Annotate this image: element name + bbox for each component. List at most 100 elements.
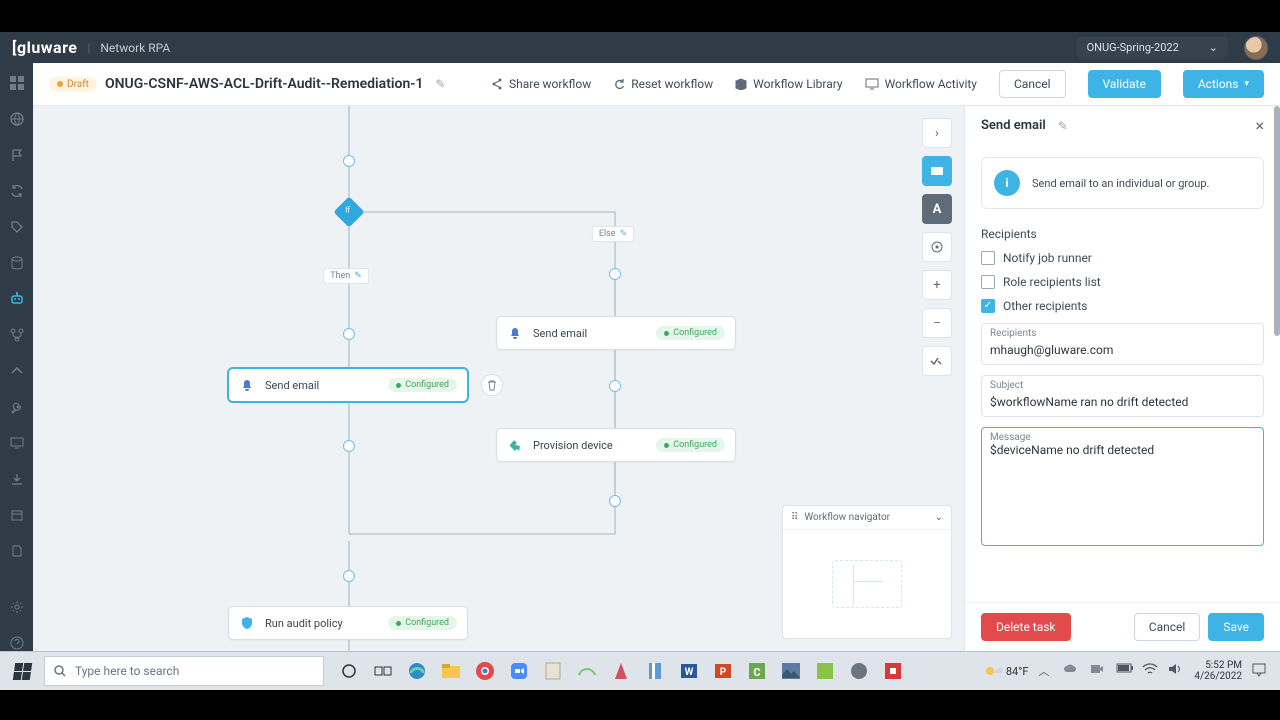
properties-panel: Send email ✎ × i Send email to an indivi… <box>964 106 1280 651</box>
nav-download-icon[interactable] <box>9 471 25 487</box>
tool-text-icon[interactable]: A <box>922 194 952 224</box>
node-send-email-else[interactable]: Send email Configured <box>496 316 736 350</box>
taskbar-notes-icon[interactable] <box>538 656 568 686</box>
tool-check-icon[interactable] <box>922 346 952 376</box>
add-node-icon[interactable] <box>609 268 621 280</box>
delete-task-button[interactable]: Delete task <box>981 613 1071 641</box>
taskbar-recorder-icon[interactable] <box>878 656 908 686</box>
taskbar-chrome-icon[interactable] <box>470 656 500 686</box>
zoom-in-icon[interactable]: + <box>922 270 952 300</box>
start-button[interactable] <box>6 657 38 685</box>
taskbar-explorer-icon[interactable] <box>436 656 466 686</box>
subject-input[interactable] <box>990 395 1255 409</box>
taskbar-edge-icon[interactable] <box>402 656 432 686</box>
taskbar-app1-icon[interactable] <box>572 656 602 686</box>
validate-button[interactable]: Validate <box>1088 70 1161 98</box>
nav-settings-icon[interactable] <box>9 599 25 615</box>
edit-title-icon[interactable]: ✎ <box>1058 119 1068 133</box>
then-branch-label[interactable]: Then✎ <box>323 268 369 284</box>
toggle-panel-icon[interactable]: › <box>922 118 952 148</box>
workflow-library-button[interactable]: Workflow Library <box>735 77 842 91</box>
taskbar-img-icon[interactable] <box>776 656 806 686</box>
tray-wifi-icon[interactable] <box>1142 663 1158 679</box>
nav-branch-icon[interactable] <box>9 327 25 343</box>
reset-workflow-button[interactable]: Reset workflow <box>613 77 713 91</box>
nav-sync-icon[interactable] <box>9 183 25 199</box>
bell-icon <box>239 377 255 393</box>
node-provision-device[interactable]: Provision device Configured <box>496 428 736 462</box>
shield-icon <box>239 615 255 631</box>
left-nav <box>0 63 33 651</box>
taskbar-zoom-icon[interactable] <box>504 656 534 686</box>
taskbar-powerpoint-icon[interactable]: P <box>708 656 738 686</box>
zoom-out-icon[interactable]: − <box>922 308 952 338</box>
add-node-icon[interactable] <box>343 570 355 582</box>
taskbar-app2-icon[interactable] <box>606 656 636 686</box>
tray-notifications-icon[interactable] <box>1252 663 1268 679</box>
taskbar-taskview-icon[interactable] <box>368 656 398 686</box>
nav-tool-icon[interactable] <box>9 399 25 415</box>
actions-dropdown[interactable]: Actions▾ <box>1183 70 1264 98</box>
taskbar-word-icon[interactable]: W <box>674 656 704 686</box>
role-recipients-checkbox[interactable]: Role recipients list <box>981 275 1264 289</box>
taskbar-app5-icon[interactable] <box>844 656 874 686</box>
subject-field[interactable]: Subject <box>981 375 1264 417</box>
tray-onedrive-icon[interactable] <box>1064 663 1080 679</box>
nav-dashboard-icon[interactable] <box>9 75 25 91</box>
node-send-email-then[interactable]: Send email Configured <box>228 368 468 402</box>
tool-view-icon[interactable] <box>922 156 952 186</box>
configured-chip: Configured <box>656 438 725 452</box>
taskbar-cortana-icon[interactable] <box>334 656 364 686</box>
nav-flag-icon[interactable] <box>9 147 25 163</box>
nav-db-icon[interactable] <box>9 255 25 271</box>
tray-chevron-icon[interactable]: ︿ <box>1038 663 1054 679</box>
edit-name-icon[interactable]: ✎ <box>435 77 445 91</box>
taskbar-search[interactable]: Type here to search <box>44 656 324 686</box>
nav-doc-icon[interactable] <box>9 543 25 559</box>
message-field[interactable]: Message <box>981 427 1264 546</box>
node-run-audit[interactable]: Run audit policy Configured <box>228 606 468 640</box>
workflow-navigator[interactable]: ⠿ Workflow navigator ⌄ <box>782 505 952 639</box>
add-node-icon[interactable] <box>609 495 621 507</box>
recipients-field[interactable]: Recipients <box>981 323 1264 365</box>
brand-logo: [gluware <box>12 38 77 57</box>
add-node-icon[interactable] <box>343 155 355 167</box>
panel-save-button[interactable]: Save <box>1208 613 1264 641</box>
message-textarea[interactable] <box>990 443 1255 535</box>
project-selector[interactable]: ONUG-Spring-2022 ⌄ <box>1077 37 1228 58</box>
add-node-icon[interactable] <box>343 328 355 340</box>
add-node-icon[interactable] <box>609 380 621 392</box>
tray-volume-icon[interactable] <box>1168 663 1184 679</box>
nav-tag-icon[interactable] <box>9 219 25 235</box>
weather-widget[interactable]: 84°F <box>984 664 1029 678</box>
nav-rpa-icon[interactable] <box>9 291 25 307</box>
tray-battery-icon[interactable] <box>1116 663 1132 679</box>
tool-target-icon[interactable] <box>922 232 952 262</box>
panel-cancel-button[interactable]: Cancel <box>1134 613 1201 641</box>
taskbar-camtasia-icon[interactable]: C <box>742 656 772 686</box>
add-node-icon[interactable] <box>343 440 355 452</box>
workflow-activity-button[interactable]: Workflow Activity <box>865 77 977 91</box>
nav-collapse-icon[interactable] <box>9 363 25 379</box>
taskbar-app4-icon[interactable] <box>810 656 840 686</box>
nav-calendar-icon[interactable] <box>9 507 25 523</box>
canvas[interactable]: If Then✎ Else✎ Send email Configured Sen… <box>33 106 964 651</box>
tray-clock[interactable]: 5:52 PM4/26/2022 <box>1194 660 1242 682</box>
else-branch-label[interactable]: Else✎ <box>592 226 634 242</box>
cancel-button[interactable]: Cancel <box>999 70 1066 98</box>
notify-job-runner-checkbox[interactable]: Notify job runner <box>981 251 1264 265</box>
nav-globe-icon[interactable] <box>9 111 25 127</box>
canvas-tools: › A + − <box>922 118 952 376</box>
nav-monitor-icon[interactable] <box>9 435 25 451</box>
minimap[interactable] <box>832 560 902 608</box>
recipients-input[interactable] <box>990 343 1255 357</box>
share-workflow-button[interactable]: Share workflow <box>491 77 591 91</box>
delete-node-icon[interactable] <box>481 374 503 396</box>
tray-meet-icon[interactable] <box>1090 663 1106 679</box>
nav-help-icon[interactable] <box>9 635 25 651</box>
taskbar-app3-icon[interactable] <box>640 656 670 686</box>
other-recipients-checkbox[interactable]: Other recipients <box>981 299 1264 313</box>
configured-chip: Configured <box>388 378 457 392</box>
user-avatar[interactable] <box>1244 36 1268 60</box>
close-panel-icon[interactable]: × <box>1255 116 1264 135</box>
